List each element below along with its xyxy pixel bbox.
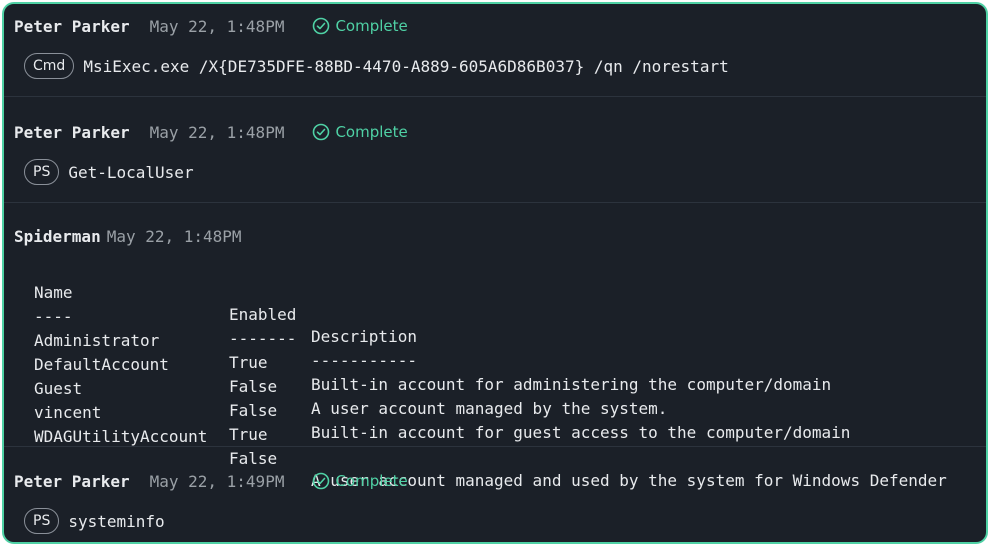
timestamp: May 22, 1:49PM [149, 471, 285, 491]
author-name: Peter Parker [14, 16, 130, 36]
command-type-badge: PS [24, 508, 60, 534]
timestamp: May 22, 1:48PM [149, 16, 285, 36]
check-circle-icon [313, 472, 330, 490]
command-type-badge: Cmd [24, 53, 75, 79]
author-name: Spiderman [14, 226, 101, 246]
output-row: DefaultAccount False A user account mana… [34, 332, 667, 418]
output-row: WDAGUtilityAccount False A user account … [34, 404, 947, 490]
command-text: MsiExec.exe /X{DE735DFE-88BD-4470-A889-6… [83, 56, 729, 76]
user-enabled: True [229, 425, 268, 444]
divider [4, 202, 986, 203]
command-text: Get-LocalUser [68, 162, 194, 182]
author-name: Peter Parker [14, 122, 130, 142]
check-circle-icon [313, 123, 330, 141]
timestamp: May 22, 1:48PM [149, 122, 285, 142]
command-text: systeminfo [68, 511, 165, 531]
check-circle-icon [313, 17, 330, 35]
command-type-badge: PS [24, 159, 60, 185]
user-enabled: False [229, 449, 278, 468]
status-badge: Complete [312, 123, 408, 141]
command-line: PS Get-LocalUser [24, 158, 194, 186]
user-description: Built-in account for guest access to the… [311, 423, 851, 442]
output-header-row: Name Enabled Description [34, 260, 417, 346]
output-row: Administrator True Built-in account for … [34, 308, 831, 394]
status-badge: Complete [312, 472, 408, 490]
status-label: Complete [335, 123, 408, 141]
divider [4, 96, 986, 97]
log-entry-header: Peter Parker May 22, 1:49PM Complete [14, 471, 408, 491]
log-entry-header: Spiderman May 22, 1:48PM [14, 226, 242, 246]
command-line: PS systeminfo [24, 507, 165, 535]
output-row: vincent True [34, 380, 268, 444]
command-line: Cmd MsiExec.exe /X{DE735DFE-88BD-4470-A8… [24, 52, 729, 80]
log-entry-header: Peter Parker May 22, 1:48PM Complete [14, 122, 408, 142]
status-badge: Complete [312, 17, 408, 35]
user-enabled: False [229, 377, 278, 396]
log-entry-header: Peter Parker May 22, 1:48PM Complete [14, 16, 408, 36]
user-name: WDAGUtilityAccount [34, 427, 208, 446]
underline-enabled: ------- [229, 329, 297, 348]
status-label: Complete [335, 472, 408, 490]
user-description: Built-in account for administering the c… [311, 375, 832, 394]
output-row: Guest False Built-in account for guest a… [34, 356, 850, 442]
user-enabled: True [229, 353, 268, 372]
author-name: Peter Parker [14, 471, 130, 491]
underline-description: ----------- [311, 351, 417, 370]
timestamp: May 22, 1:48PM [106, 226, 242, 246]
user-description: A user account managed by the system. [311, 399, 668, 418]
column-header-description: Description [311, 327, 417, 346]
activity-log-panel: Peter Parker May 22, 1:48PM Complete Cmd… [2, 2, 988, 544]
user-enabled: False [229, 401, 278, 420]
column-header-enabled: Enabled [229, 305, 297, 324]
status-label: Complete [335, 17, 408, 35]
output-underline-row: ---- ------- ----------- [34, 284, 417, 370]
divider [4, 446, 986, 447]
